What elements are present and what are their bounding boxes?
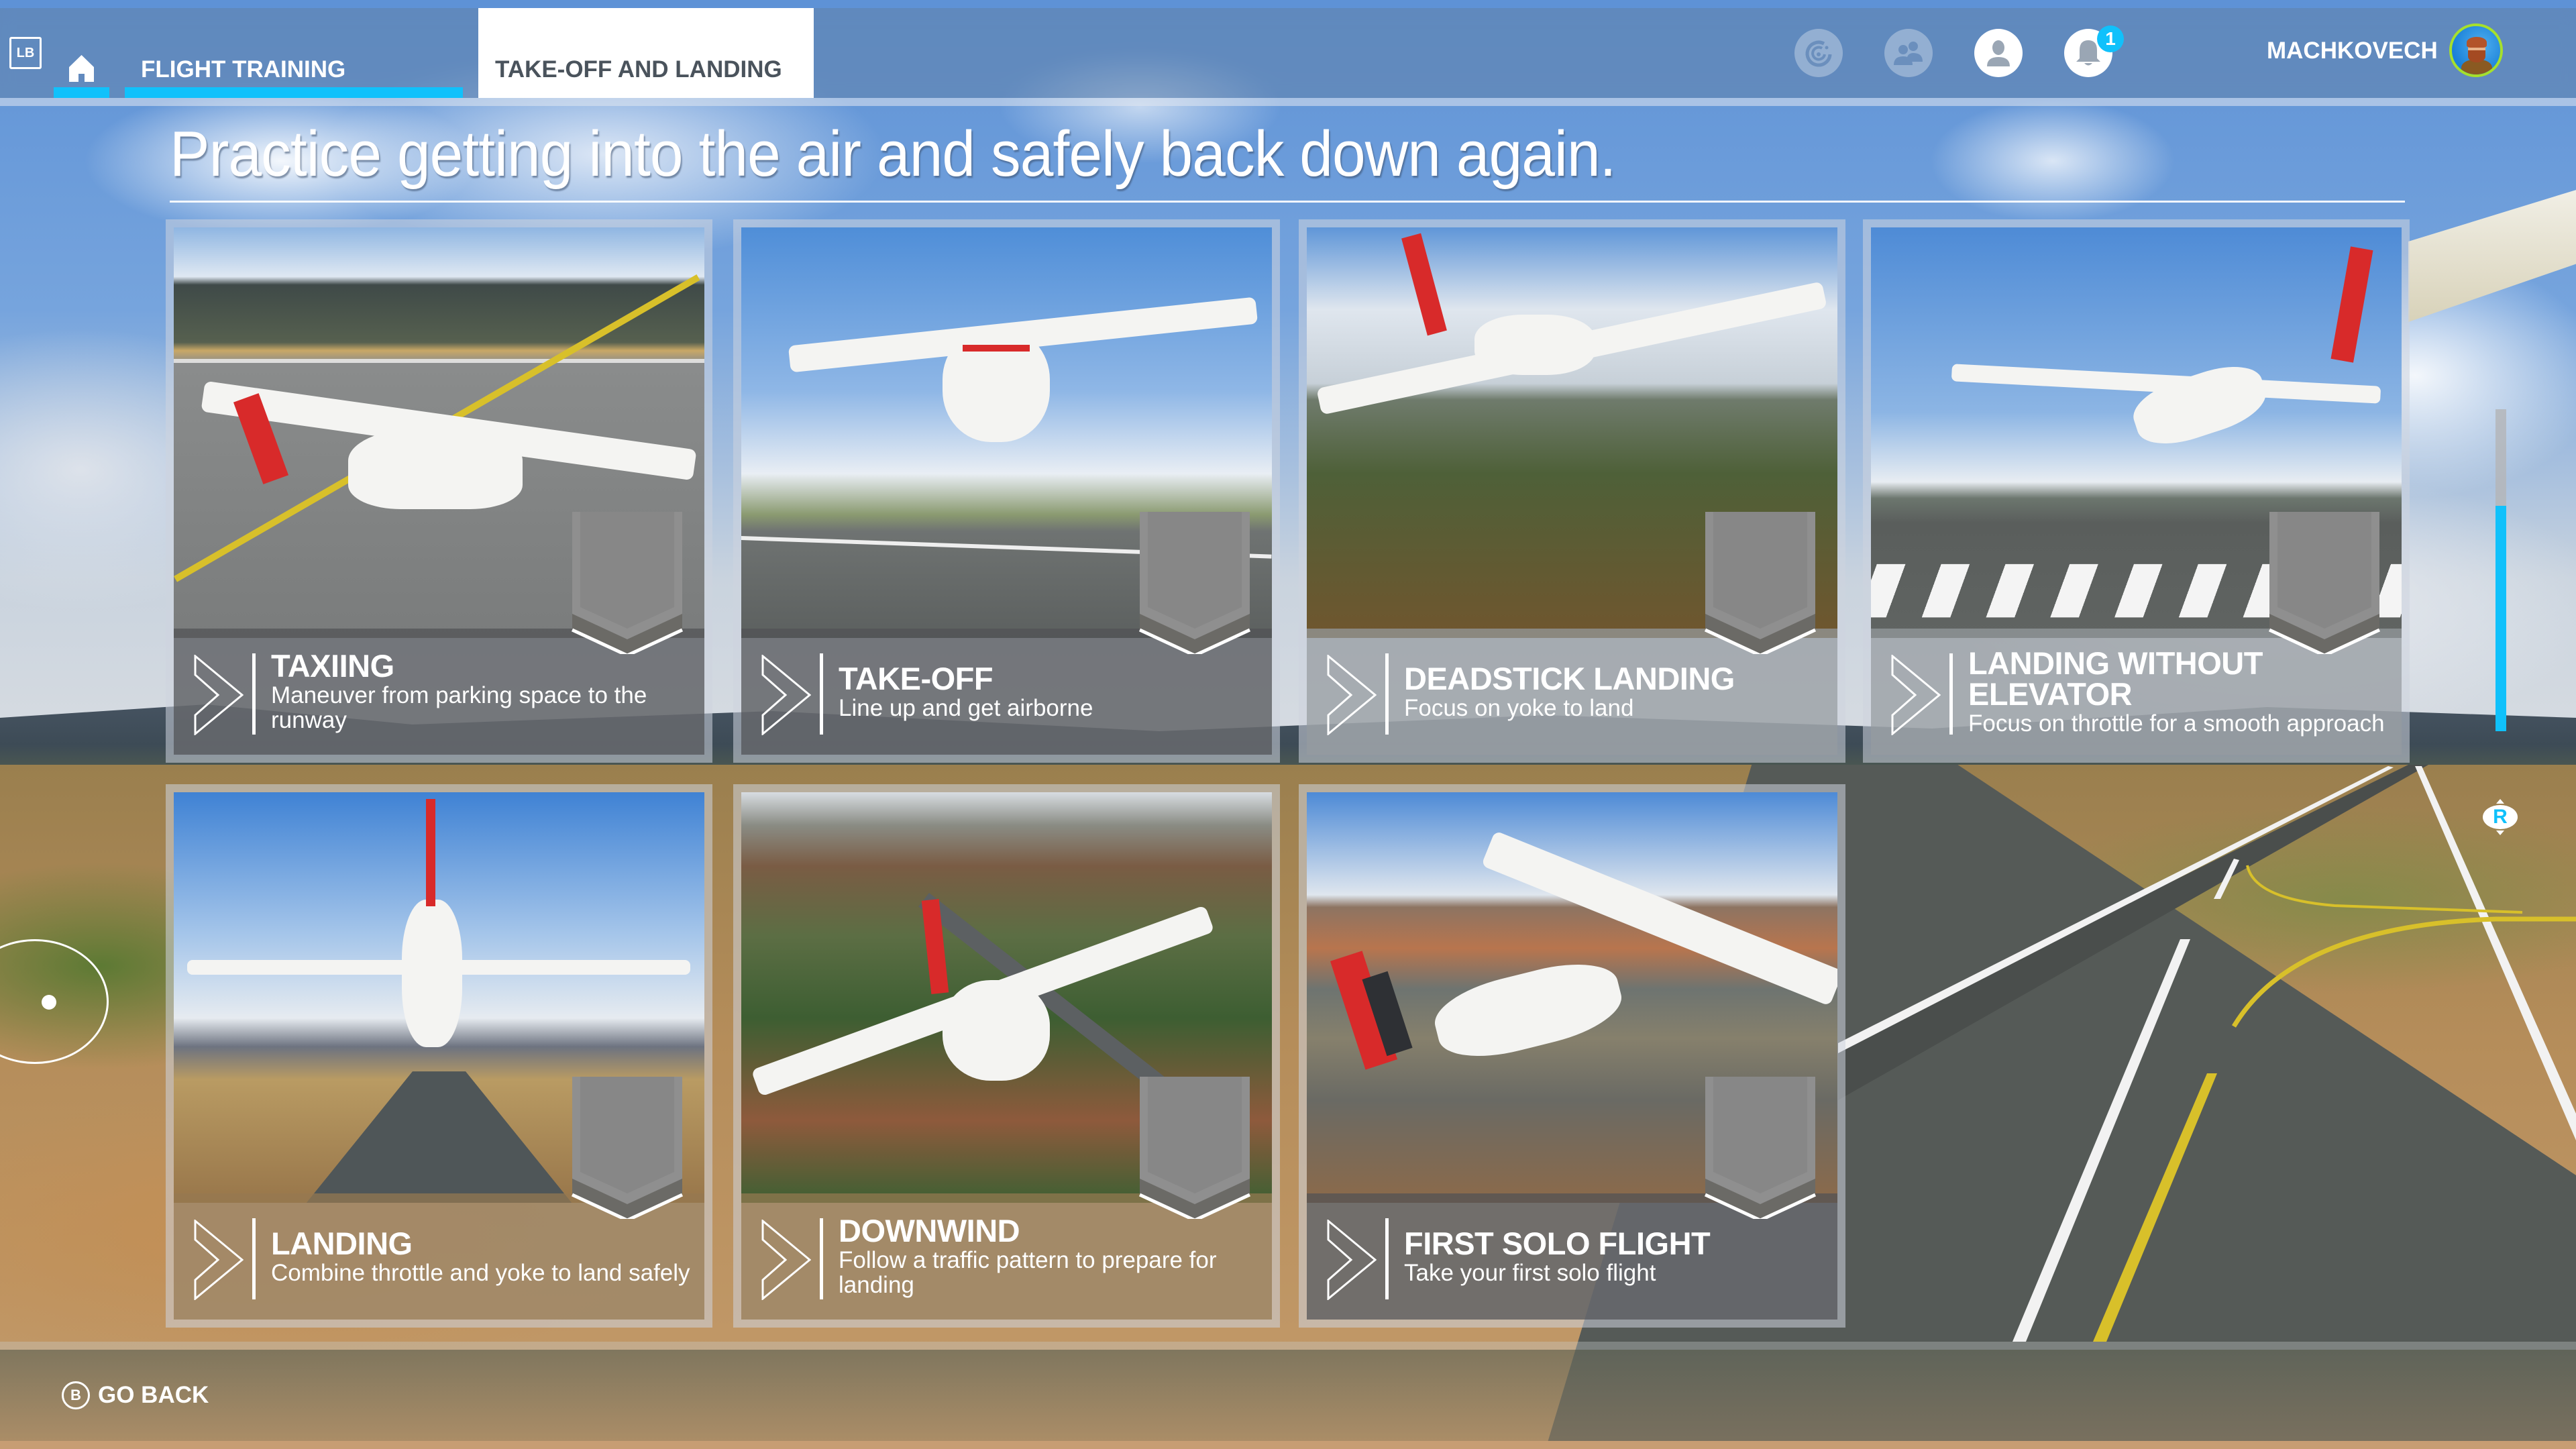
scroll-knob-label: R bbox=[2483, 805, 2518, 829]
friends-button[interactable] bbox=[1884, 29, 1933, 77]
card-title: DOWNWIND bbox=[839, 1213, 1020, 1248]
training-card[interactable]: DOWNWIND Follow a traffic pattern to pre… bbox=[733, 784, 1280, 1328]
completion-ribbon-icon bbox=[1704, 512, 1817, 654]
completion-ribbon-icon bbox=[1138, 1077, 1251, 1219]
card-description: Take your first solo flight bbox=[1404, 1259, 1656, 1286]
completion-ribbon-icon bbox=[571, 512, 684, 654]
completion-ribbon-icon bbox=[571, 1077, 684, 1219]
chevron-right-icon bbox=[1327, 1220, 1377, 1300]
card-title: TAXIING bbox=[271, 648, 394, 684]
tab-flight-training[interactable]: FLIGHT TRAINING bbox=[125, 52, 463, 98]
tab-flight-training-indicator bbox=[125, 87, 463, 98]
card-description: Focus on throttle for a smooth approach bbox=[1968, 710, 2385, 737]
lb-shoulder-button[interactable]: LB bbox=[9, 37, 42, 69]
chevron-right-icon bbox=[194, 1220, 244, 1300]
profile-icon bbox=[1987, 40, 2010, 66]
card-divider bbox=[1385, 1218, 1389, 1299]
card-description: Combine throttle and yoke to land safely bbox=[271, 1259, 690, 1286]
virtual-cursor-dot bbox=[42, 995, 56, 1010]
go-back-button[interactable]: B GO BACK bbox=[62, 1379, 209, 1412]
home-tab[interactable] bbox=[54, 52, 109, 98]
tab-take-off-and-landing-label: TAKE-OFF AND LANDING bbox=[495, 56, 782, 83]
footer-bar bbox=[0, 1350, 2576, 1441]
chevron-right-icon bbox=[761, 655, 811, 735]
card-divider bbox=[1949, 653, 1953, 735]
card-divider bbox=[820, 653, 823, 735]
chevron-right-icon bbox=[194, 655, 244, 735]
completion-ribbon-icon bbox=[1704, 1077, 1817, 1219]
card-title: DEADSTICK LANDING bbox=[1404, 660, 1735, 696]
notification-count-badge: 1 bbox=[2097, 25, 2124, 52]
user-avatar[interactable] bbox=[2449, 23, 2503, 77]
card-description: Follow a traffic pattern to prepare for … bbox=[839, 1247, 1217, 1298]
friends-icon bbox=[1894, 42, 1923, 65]
scroll-knob[interactable]: R bbox=[2483, 799, 2518, 835]
card-title: TAKE-OFF bbox=[839, 660, 994, 696]
card-divider bbox=[252, 653, 256, 735]
training-card[interactable]: LANDING WITHOUT ELEVATOR Focus on thrott… bbox=[1863, 219, 2410, 763]
card-description: Line up and get airborne bbox=[839, 694, 1093, 721]
b-button-icon: B bbox=[62, 1381, 90, 1409]
tab-take-off-and-landing[interactable]: TAKE-OFF AND LANDING bbox=[478, 8, 814, 98]
card-divider bbox=[252, 1218, 256, 1299]
chevron-right-icon bbox=[761, 1220, 811, 1300]
page-title: Practice getting into the air and safely… bbox=[170, 118, 1616, 190]
profile-button[interactable] bbox=[1974, 29, 2023, 77]
training-card[interactable]: TAKE-OFF Line up and get airborne bbox=[733, 219, 1280, 763]
training-card[interactable]: FIRST SOLO FLIGHT Take your first solo f… bbox=[1299, 784, 1845, 1328]
go-back-label: GO BACK bbox=[98, 1382, 209, 1408]
activity-feed-icon bbox=[1805, 40, 1832, 67]
scroll-fill bbox=[2496, 506, 2506, 731]
completion-ribbon-icon bbox=[2268, 512, 2381, 654]
home-icon bbox=[69, 55, 94, 82]
card-title: LANDING WITHOUT ELEVATOR bbox=[1968, 645, 2263, 712]
training-card[interactable]: DEADSTICK LANDING Focus on yoke to land bbox=[1299, 219, 1845, 763]
card-title: FIRST SOLO FLIGHT bbox=[1404, 1225, 1711, 1261]
completion-ribbon-icon bbox=[1138, 512, 1251, 654]
card-description: Maneuver from parking space to the runwa… bbox=[271, 682, 647, 733]
home-tab-indicator bbox=[54, 87, 109, 98]
training-card[interactable]: TAXIING Maneuver from parking space to t… bbox=[166, 219, 712, 763]
footer-divider bbox=[0, 1342, 2576, 1350]
tab-flight-training-label: FLIGHT TRAINING bbox=[141, 56, 346, 83]
card-divider bbox=[820, 1218, 823, 1299]
card-title: LANDING bbox=[271, 1225, 413, 1261]
card-description: Focus on yoke to land bbox=[1404, 694, 1634, 721]
title-divider bbox=[170, 201, 2405, 203]
chevron-right-icon bbox=[1891, 655, 1941, 735]
bottom-edge bbox=[0, 1441, 2576, 1449]
activity-feed-button[interactable] bbox=[1794, 29, 1843, 77]
username-label[interactable]: MACHKOVECH bbox=[2267, 38, 2438, 64]
training-card[interactable]: LANDING Combine throttle and yoke to lan… bbox=[166, 784, 712, 1328]
card-divider bbox=[1385, 653, 1389, 735]
chevron-right-icon bbox=[1327, 655, 1377, 735]
top-nav-divider bbox=[0, 98, 2576, 106]
